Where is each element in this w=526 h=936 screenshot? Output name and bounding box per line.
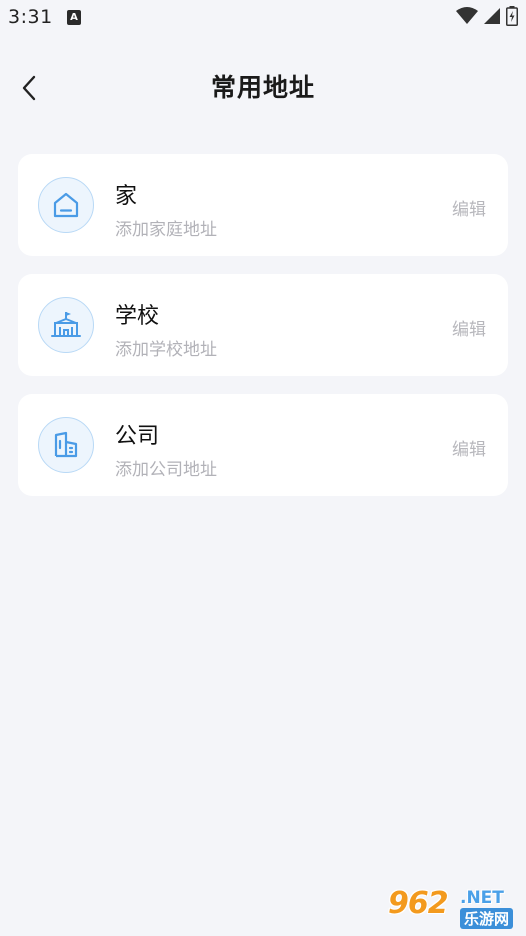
school-icon-badge [38,297,94,353]
address-subtitle: 添加公司地址 [115,460,217,480]
status-time: 3:31 [8,6,53,28]
address-subtitle: 添加家庭地址 [115,220,217,240]
watermark-net: .NET [460,888,504,908]
address-subtitle: 添加学校地址 [115,340,217,360]
address-card-company[interactable]: 公司 添加公司地址 编辑 [18,394,508,496]
watermark-number: 962 [388,886,449,921]
home-icon [53,192,79,218]
header: 常用地址 [0,52,526,124]
a-icon: A [67,10,81,25]
edit-button[interactable]: 编辑 [452,315,486,340]
address-title: 学校 [115,304,160,329]
office-building-icon [54,431,78,458]
status-icons [456,6,518,26]
wifi-icon [456,7,478,24]
edit-button[interactable]: 编辑 [452,195,486,220]
watermark-logo: 962 .NET 乐游网 [388,886,520,932]
address-card-school[interactable]: 学校 添加学校地址 编辑 [18,274,508,376]
watermark-cn: 乐游网 [460,908,514,929]
school-icon [51,312,81,337]
status-bar: 3:31 A [0,0,526,36]
address-card-home[interactable]: 家 添加家庭地址 编辑 [18,154,508,256]
address-title: 家 [115,184,138,209]
address-title: 公司 [115,424,160,449]
office-icon-badge [38,417,94,473]
edit-button[interactable]: 编辑 [452,435,486,460]
home-icon-badge [38,177,94,233]
signal-icon [484,8,500,24]
battery-icon [506,6,518,26]
page-title: 常用地址 [210,73,315,102]
